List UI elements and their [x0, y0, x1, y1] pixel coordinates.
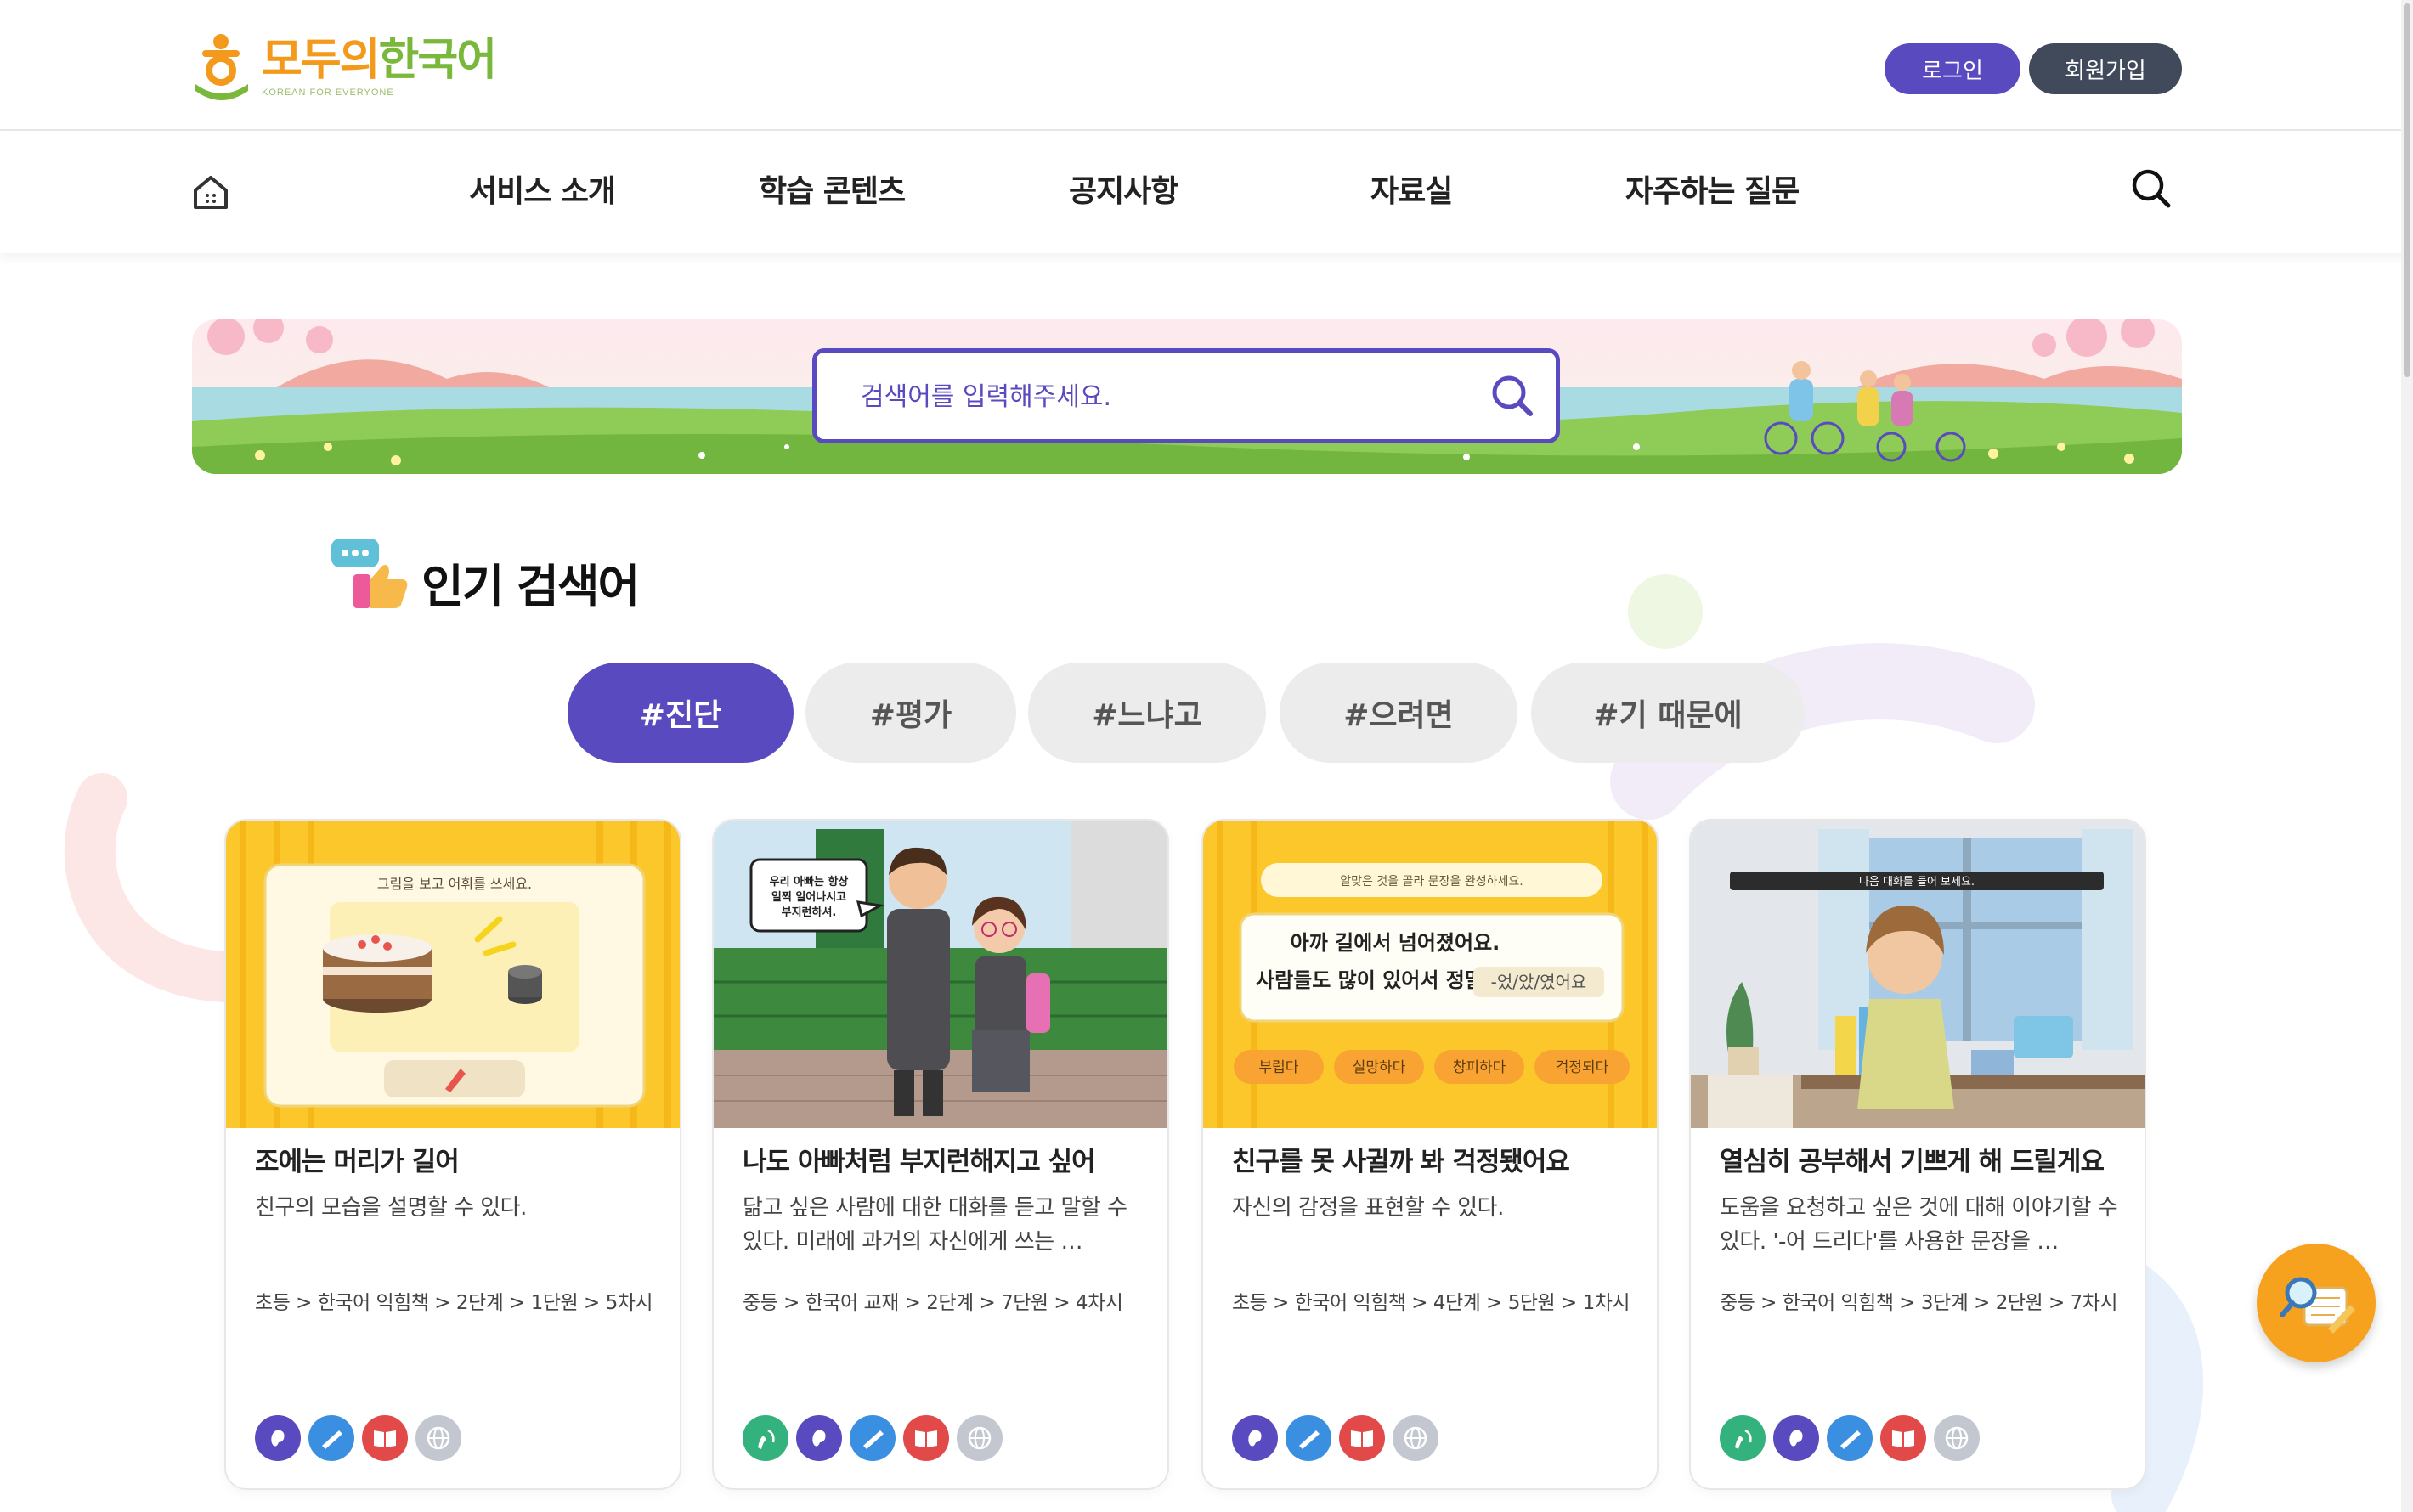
card-thumbnail: 그림을 보고 어휘를 쓰세요. [226, 821, 680, 1128]
culture-icon [415, 1415, 461, 1461]
nav-item-notice[interactable]: 공지사항 [1069, 166, 1178, 211]
logo-title: 모두의한국어 [262, 35, 497, 86]
card-skill-icons [1720, 1415, 1987, 1461]
nav-item-faq[interactable]: 자주하는 질문 [1625, 166, 1800, 211]
main-nav: 서비스 소개 학습 콘텐츠 공지사항 자료실 자주하는 질문 [0, 133, 2413, 253]
exercise-sentence-1: 아까 길에서 넘어졌어요. [1291, 931, 1500, 955]
card-thumbnail: 알맞은 것을 골라 문장을 완성하세요. 아까 길에서 넘어졌어요. 사람들도 … [1203, 821, 1657, 1128]
card-title: 나도 아빠처럼 부지런해지고 싶어 [743, 1147, 1096, 1177]
speech-bubble-line: 일찍 일어나시고 [771, 890, 846, 904]
nav-item-resources[interactable]: 자료실 [1370, 166, 1453, 211]
writing-icon [308, 1415, 354, 1461]
listening-icon [1773, 1415, 1819, 1461]
reading-icon [903, 1415, 949, 1461]
listening-icon [255, 1415, 301, 1461]
keyword-chip-gi-ttaemune[interactable]: #기 때문에 [1531, 663, 1805, 763]
speech-bubble-line: 우리 아빠는 항상 [770, 875, 849, 889]
nav-item-learning-content[interactable]: 학습 콘텐츠 [759, 166, 906, 211]
thumbs-up-chat-icon [331, 539, 408, 608]
search-icon[interactable] [2129, 166, 2173, 211]
card-title: 열심히 공부해서 기쁘게 해 드릴게요 [1720, 1147, 2105, 1177]
signup-button[interactable]: 회원가입 [2029, 43, 2182, 94]
site-header: 모두의한국어 KOREAN FOR EVERYONE 로그인 회원가입 [0, 0, 2413, 131]
popular-search-title: 인기 검색어 [421, 560, 640, 613]
card-description: 자신의 감정을 표현할 수 있다. [1232, 1195, 1504, 1221]
culture-icon [1934, 1415, 1980, 1461]
card-instruction: 그림을 보고 어휘를 쓰세요. [377, 876, 532, 892]
keyword-chip-diagnosis[interactable]: #진단 [568, 663, 794, 763]
content-card[interactable]: 다음 대화를 들어 보세요. 열심히 공부해서 기쁘게 해 드릴게요 도움을 요… [1689, 819, 2146, 1490]
writing-icon [850, 1415, 896, 1461]
card-description: 도움을 요청하고 싶은 것에 대해 이야기할 수 있다. '-어 드리다'를 사… [1720, 1195, 2118, 1255]
card-skill-icons [1232, 1415, 1446, 1461]
reading-icon [1339, 1415, 1385, 1461]
exercise-option: 실망하다 [1353, 1059, 1406, 1076]
search-input[interactable] [861, 375, 1455, 419]
scrollbar-thumb[interactable] [2404, 3, 2410, 377]
search-submit-icon[interactable] [1488, 371, 1537, 420]
content-card[interactable]: 알맞은 것을 골라 문장을 완성하세요. 아까 길에서 넘어졌어요. 사람들도 … [1201, 819, 1659, 1490]
exercise-blank: -었/았/였어요 [1491, 972, 1587, 992]
reading-icon [1880, 1415, 1926, 1461]
writing-icon [1827, 1415, 1873, 1461]
culture-icon [1393, 1415, 1438, 1461]
card-instruction: 다음 대화를 들어 보세요. [1859, 876, 1975, 889]
reading-icon [362, 1415, 408, 1461]
exercise-option: 부럽다 [1259, 1059, 1299, 1076]
card-thumbnail: 다음 대화를 들어 보세요. [1691, 821, 2145, 1128]
card-course-path: 초등 > 한국어 익힘책 > 2단계 > 1단원 > 5차시 [255, 1292, 653, 1314]
content-card[interactable]: 그림을 보고 어휘를 쓰세요. 조에는 머리가 길어 친구의 모습을 설명할 수… [224, 819, 681, 1490]
site-logo[interactable]: 모두의한국어 KOREAN FOR EVERYONE [192, 29, 497, 107]
exercise-option: 걱정되다 [1556, 1059, 1609, 1076]
exercise-option: 창피하다 [1453, 1059, 1506, 1076]
home-icon[interactable] [190, 172, 231, 212]
keyword-chip-euryeomyeon[interactable]: #으려면 [1280, 663, 1517, 763]
card-description: 닮고 싶은 사람에 대한 대화를 듣고 말할 수 있다. 미래에 과거의 자신에… [743, 1195, 1127, 1255]
card-course-path: 초등 > 한국어 익힘책 > 4단계 > 5단원 > 1차시 [1232, 1292, 1630, 1314]
login-button[interactable]: 로그인 [1885, 43, 2020, 94]
card-description: 친구의 모습을 설명할 수 있다. [255, 1195, 527, 1221]
card-title: 조에는 머리가 길어 [255, 1147, 460, 1177]
study-search-floating-button[interactable] [2257, 1244, 2376, 1362]
writing-icon [1286, 1415, 1331, 1461]
logo-icon [195, 34, 248, 100]
listening-icon [1232, 1415, 1278, 1461]
logo-subtitle: KOREAN FOR EVERYONE [262, 87, 394, 98]
main-search-box [812, 348, 1560, 443]
nav-item-service-intro[interactable]: 서비스 소개 [469, 166, 616, 211]
speaking-icon [1720, 1415, 1766, 1461]
card-thumbnail: 우리 아빠는 항상 일찍 일어나시고 부지런하셔. [714, 821, 1167, 1128]
card-course-path: 중등 > 한국어 교재 > 2단계 > 7단원 > 4차시 [743, 1292, 1123, 1314]
content-card[interactable]: 우리 아빠는 항상 일찍 일어나시고 부지런하셔. 나도 아빠처럼 부지런해지고… [712, 819, 1169, 1490]
exercise-sentence-2: 사람들도 많이 있어서 정말 [1256, 968, 1483, 992]
culture-icon [957, 1415, 1003, 1461]
card-title: 친구를 못 사귈까 봐 걱정됐어요 [1232, 1147, 1570, 1177]
speech-bubble-line: 부지런하셔. [782, 906, 837, 919]
speaking-icon [743, 1415, 788, 1461]
keyword-chip-evaluation[interactable]: #평가 [805, 663, 1016, 763]
card-skill-icons [255, 1415, 469, 1461]
study-search-icon [2280, 1277, 2355, 1334]
card-instruction: 알맞은 것을 골라 문장을 완성하세요. [1340, 875, 1523, 889]
card-skill-icons [743, 1415, 1010, 1461]
keyword-chip-neunyago[interactable]: #느냐고 [1028, 663, 1266, 763]
card-course-path: 중등 > 한국어 익힘책 > 3단계 > 2단원 > 7차시 [1720, 1292, 2118, 1314]
listening-icon [796, 1415, 842, 1461]
